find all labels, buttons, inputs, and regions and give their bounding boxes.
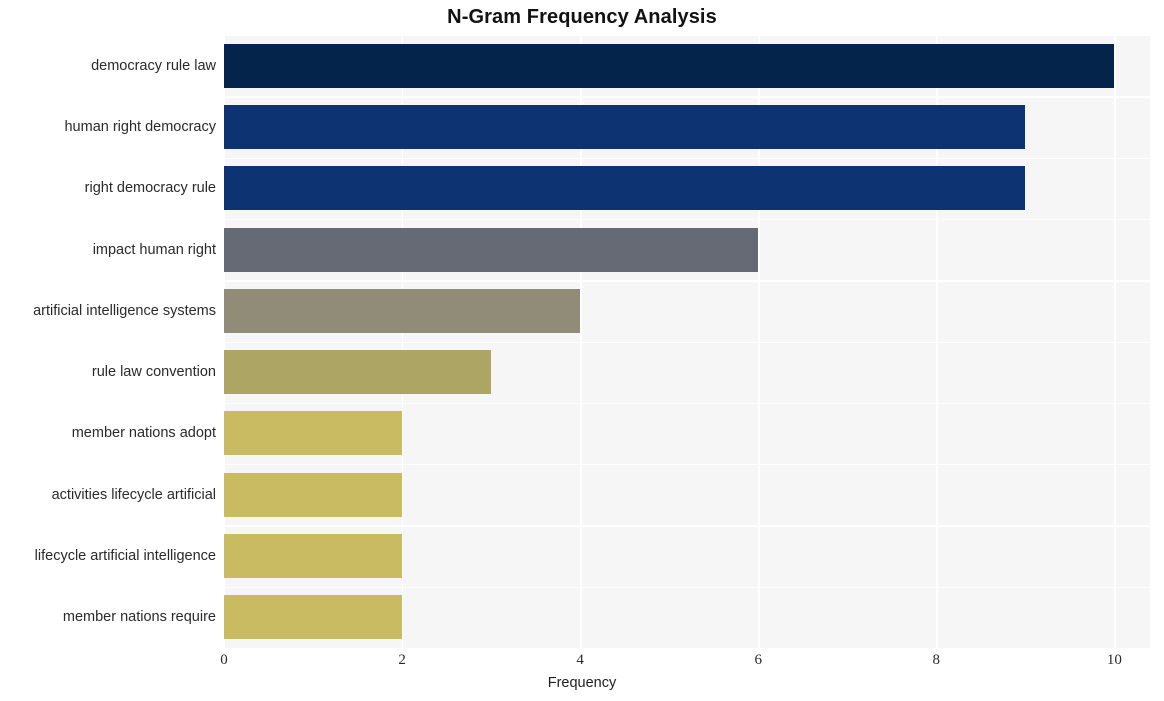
x-axis-tick-label: 6 [754, 652, 762, 668]
y-axis-tick-label: impact human right [92, 241, 216, 258]
y-axis-tick-label: member nations require [62, 609, 216, 626]
bar[interactable] [224, 43, 1115, 88]
x-axis-tick-label: 0 [220, 652, 228, 668]
y-axis-tick-label: human right democracy [64, 118, 216, 135]
gridline-horizontal [224, 280, 1150, 282]
y-axis-tick-label: artificial intelligence systems [33, 302, 216, 319]
gridline-horizontal [224, 402, 1150, 405]
y-axis-tick-label: rule law convention [91, 364, 216, 381]
bar[interactable] [224, 166, 1026, 211]
gridline-horizontal [224, 218, 1150, 221]
x-axis-tick-label: 4 [576, 652, 584, 668]
bar[interactable] [224, 288, 581, 333]
bar[interactable] [224, 227, 759, 272]
gridline-horizontal [224, 157, 1150, 159]
chart-title: N-Gram Frequency Analysis [447, 6, 717, 28]
y-axis-tick-label: member nations adopt [71, 425, 216, 442]
x-axis-tick-labels: 0 2 4 6 8 10 [0, 652, 1164, 676]
plot-area [224, 35, 1150, 648]
gridline-horizontal [224, 341, 1150, 343]
bar[interactable] [224, 411, 403, 456]
gridline-horizontal [224, 35, 1150, 37]
x-axis-tick-label: 2 [398, 652, 406, 668]
bar[interactable] [224, 595, 403, 640]
y-axis-tick-labels: democracy rule law human right democracy r… [0, 35, 216, 648]
gridline-horizontal [224, 464, 1150, 466]
gridline-horizontal [224, 525, 1150, 527]
y-axis-tick-label: right democracy rule [84, 180, 216, 197]
x-axis-tick-label: 8 [932, 652, 941, 668]
gridline-horizontal [224, 586, 1150, 589]
gridline-horizontal [224, 96, 1150, 98]
y-axis-tick-label: lifecycle artificial intelligence [34, 548, 216, 565]
bar[interactable] [224, 534, 403, 579]
x-axis-tick-label: 10 [1106, 652, 1122, 668]
bar[interactable] [224, 104, 1026, 149]
y-axis-tick-label: activities lifecycle artificial [51, 486, 216, 503]
y-axis-tick-label: democracy rule law [91, 57, 216, 74]
bar[interactable] [224, 350, 492, 395]
chart-figure: N-Gram Frequency Analysis democracy rule… [0, 0, 1164, 701]
bar[interactable] [224, 472, 403, 517]
x-axis-title: Frequency [547, 675, 617, 691]
